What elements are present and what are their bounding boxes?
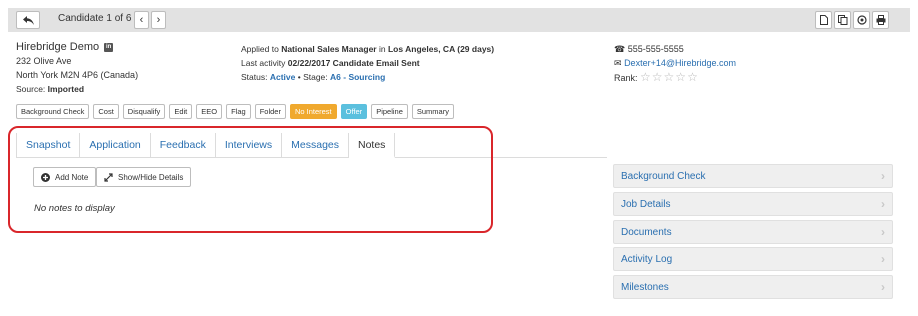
target-button[interactable] bbox=[853, 11, 870, 29]
cost-action[interactable]: Cost bbox=[93, 104, 119, 119]
email-link[interactable]: Dexter+14@Hirebridge.com bbox=[624, 58, 736, 68]
candidate-nav-bar: Candidate 1 of 6 ‹ › bbox=[8, 8, 910, 32]
document-icon bbox=[819, 15, 828, 25]
panel-label: Milestones bbox=[621, 281, 669, 293]
chevron-right-icon: › bbox=[881, 225, 885, 239]
panel-label: Job Details bbox=[621, 198, 671, 210]
offer-action[interactable]: Offer bbox=[340, 104, 368, 119]
stage-value[interactable]: A6 - Sourcing bbox=[330, 72, 385, 82]
circle-dot-icon bbox=[856, 15, 867, 25]
candidate-name-row: Hirebridge Demo in bbox=[16, 40, 138, 54]
chevron-right-icon: › bbox=[156, 14, 161, 26]
chevron-right-icon: › bbox=[881, 169, 885, 183]
phone-number: 555-555-5555 bbox=[627, 44, 684, 54]
panel-job-details[interactable]: Job Details › bbox=[613, 192, 893, 216]
activity-prefix: Last activity bbox=[241, 58, 286, 68]
candidate-details: Hirebridge Demo in 232 Olive Ave North Y… bbox=[16, 40, 138, 96]
status-value[interactable]: Active bbox=[270, 72, 296, 82]
highlight-outline bbox=[8, 126, 493, 233]
address-line-2: North York M2N 4P6 (Canada) bbox=[16, 70, 139, 80]
activity-line: Last activity 02/22/2017 Candidate Email… bbox=[241, 56, 494, 70]
rank-stars[interactable]: ☆☆☆☆☆ bbox=[640, 70, 699, 84]
status-prefix: Status: bbox=[241, 72, 268, 82]
panel-activity-log[interactable]: Activity Log › bbox=[613, 247, 893, 271]
activity-value: 02/22/2017 Candidate Email Sent bbox=[287, 58, 420, 68]
stage-prefix: • Stage: bbox=[297, 72, 328, 82]
document-button[interactable] bbox=[815, 11, 832, 29]
source-label: Source: bbox=[16, 84, 46, 94]
contact-info: ☎ 555-555-5555 ✉ Dexter+14@Hirebridge.co… bbox=[614, 42, 736, 85]
linkedin-icon[interactable]: in bbox=[104, 42, 114, 52]
panel-label: Background Check bbox=[621, 170, 706, 182]
summary-action[interactable]: Summary bbox=[411, 104, 454, 119]
panel-milestones[interactable]: Milestones › bbox=[613, 275, 893, 299]
eeo-action[interactable]: EEO bbox=[196, 104, 223, 119]
disqualify-action[interactable]: Disqualify bbox=[122, 104, 166, 119]
address-line-1: 232 Olive Ave bbox=[16, 56, 72, 66]
email-row: ✉ Dexter+14@Hirebridge.com bbox=[614, 56, 736, 70]
applied-location: Los Angeles, CA (29 days) bbox=[387, 44, 495, 54]
chevron-right-icon: › bbox=[881, 197, 885, 211]
envelope-icon: ✉ bbox=[614, 58, 622, 68]
chevron-left-icon: ‹ bbox=[139, 14, 144, 26]
chevron-right-icon: › bbox=[881, 252, 885, 266]
rank-label: Rank: bbox=[614, 73, 638, 83]
pipeline-action[interactable]: Pipeline bbox=[371, 104, 408, 119]
application-summary: Applied to National Sales Manager in Los… bbox=[241, 42, 494, 84]
source-value: Imported bbox=[47, 84, 85, 94]
panel-background-check[interactable]: Background Check › bbox=[613, 164, 893, 188]
reply-arrow-icon bbox=[22, 15, 34, 25]
action-buttons: Background Check Cost Disqualify Edit EE… bbox=[16, 104, 454, 119]
next-candidate-button[interactable]: › bbox=[151, 11, 166, 29]
folder-action[interactable]: Folder bbox=[254, 104, 286, 119]
rank-row: Rank: ☆☆☆☆☆ bbox=[614, 70, 736, 85]
printer-icon bbox=[876, 15, 885, 25]
candidate-name: Hirebridge Demo bbox=[16, 41, 100, 53]
applied-job: National Sales Manager bbox=[281, 44, 377, 54]
copy-button[interactable] bbox=[834, 11, 851, 29]
chevron-right-icon: › bbox=[881, 280, 885, 294]
applied-prefix: Applied to bbox=[241, 44, 279, 54]
candidate-position: Candidate 1 of 6 bbox=[58, 13, 132, 24]
source-line: Source: Imported bbox=[16, 82, 138, 96]
no-interest-action[interactable]: No Interest bbox=[289, 104, 337, 119]
status-line: Status: Active • Stage: A6 - Sourcing bbox=[241, 70, 494, 84]
copy-icon bbox=[837, 15, 847, 25]
panel-label: Activity Log bbox=[621, 253, 673, 265]
edit-action[interactable]: Edit bbox=[169, 104, 193, 119]
applied-in: in bbox=[378, 44, 386, 54]
prev-candidate-button[interactable]: ‹ bbox=[134, 11, 149, 29]
back-button[interactable] bbox=[16, 11, 40, 29]
panel-label: Documents bbox=[621, 226, 672, 238]
flag-action[interactable]: Flag bbox=[226, 104, 251, 119]
panel-documents[interactable]: Documents › bbox=[613, 220, 893, 244]
background-check-action[interactable]: Background Check bbox=[16, 104, 90, 119]
phone-row: ☎ 555-555-5555 bbox=[614, 42, 736, 56]
applied-line: Applied to National Sales Manager in Los… bbox=[241, 42, 494, 56]
print-button[interactable] bbox=[872, 11, 889, 29]
phone-icon: ☎ bbox=[614, 44, 626, 54]
